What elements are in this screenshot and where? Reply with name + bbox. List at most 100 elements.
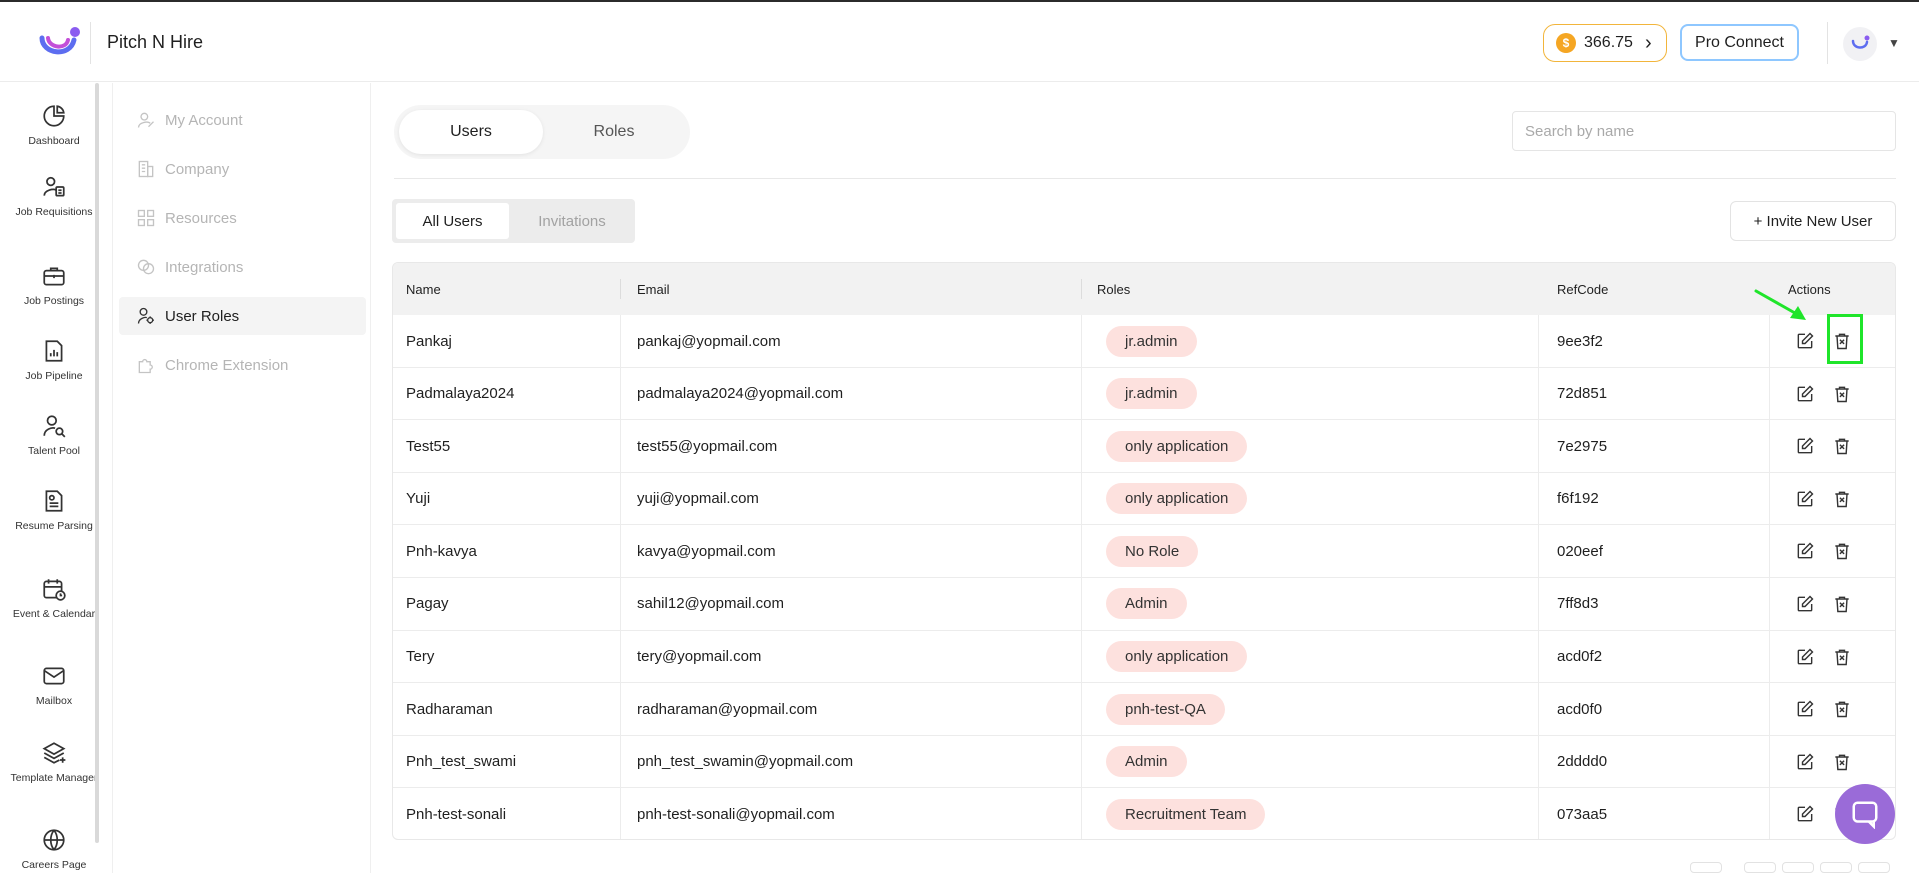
- edit-icon[interactable]: [1794, 698, 1816, 720]
- cell-delete: [1831, 683, 1853, 735]
- column-separator: [620, 367, 621, 420]
- edit-icon[interactable]: [1794, 646, 1816, 668]
- chat-bubble-icon: [1852, 801, 1878, 829]
- cell-name: Pnh-test-sonali: [406, 805, 507, 823]
- edit-icon[interactable]: [1794, 751, 1816, 773]
- top-header: Pitch N Hire $ 366.75 › Pro Connect ▼: [0, 2, 1919, 82]
- header-roles: Roles: [1097, 281, 1131, 297]
- nav-label: Event & Calendar: [12, 608, 96, 620]
- column-separator: [1538, 472, 1539, 525]
- delete-icon[interactable]: [1831, 488, 1853, 510]
- tab-invitations[interactable]: Invitations: [512, 203, 632, 239]
- cell-role: jr.admin: [1106, 368, 1197, 420]
- coin-balance-button[interactable]: $ 366.75 ›: [1543, 24, 1667, 62]
- cell-email: test55@yopmail.com: [637, 437, 778, 455]
- delete-icon[interactable]: [1831, 435, 1853, 457]
- nav-item-job-pipeline[interactable]: Job Pipeline: [8, 338, 100, 382]
- nav-scrollbar[interactable]: [95, 83, 99, 843]
- column-separator: [1538, 367, 1539, 420]
- edit-icon[interactable]: [1794, 435, 1816, 457]
- header-refcode: RefCode: [1557, 281, 1609, 297]
- edit-icon[interactable]: [1794, 330, 1816, 352]
- pagination-button[interactable]: [1744, 862, 1776, 873]
- cell-refcode: 7e2975: [1557, 437, 1608, 455]
- tab-all-users[interactable]: All Users: [396, 203, 509, 239]
- pitch-n-hire-logo-icon[interactable]: [36, 24, 82, 64]
- edit-icon[interactable]: [1794, 383, 1816, 405]
- cell-delete: [1831, 736, 1853, 788]
- table-row: Pankaj pankaj@yopmail.com jr.admin 9ee3f2: [393, 315, 1895, 368]
- subnav-item-my-account[interactable]: My Account: [119, 101, 366, 139]
- coin-balance: 366.75: [1584, 34, 1633, 51]
- subnav-item-resources[interactable]: Resources: [119, 199, 366, 237]
- cell-refcode: 020eef: [1557, 542, 1603, 560]
- subnav-item-integrations[interactable]: Integrations: [119, 248, 366, 286]
- delete-highlight-box: [1827, 314, 1863, 364]
- subnav-label: User Roles: [165, 307, 240, 325]
- nav-item-dashboard[interactable]: Dashboard: [8, 103, 100, 147]
- caret-down-icon[interactable]: ▼: [1888, 36, 1900, 50]
- pie-chart-icon: [43, 105, 65, 127]
- cell-delete: [1831, 420, 1853, 472]
- brand-name: Pitch N Hire: [107, 32, 204, 52]
- cell-delete: [1831, 578, 1853, 630]
- cell-refcode: 073aa5: [1557, 805, 1608, 823]
- building-icon: [138, 160, 154, 178]
- role-badge: Admin: [1106, 588, 1187, 620]
- nav-item-careers-page[interactable]: Careers Page: [8, 827, 100, 871]
- delete-icon[interactable]: [1831, 383, 1853, 405]
- briefcase-icon: [43, 267, 65, 286]
- pro-connect-button[interactable]: Pro Connect: [1680, 24, 1799, 61]
- delete-icon[interactable]: [1831, 593, 1853, 615]
- puzzle-icon: [138, 358, 153, 374]
- delete-icon[interactable]: [1831, 698, 1853, 720]
- nav-item-template-manager[interactable]: Template Manager: [8, 740, 100, 784]
- delete-icon[interactable]: [1831, 751, 1853, 773]
- nav-item-event-calendar[interactable]: Event & Calendar: [8, 576, 100, 620]
- column-separator: [620, 577, 621, 630]
- table-row: Yuji yuji@yopmail.com only application f6f1…: [393, 472, 1895, 526]
- nav-item-job-postings[interactable]: Job Postings: [8, 263, 100, 307]
- edit-icon[interactable]: [1794, 488, 1816, 510]
- role-badge: pnh-test-QA: [1106, 693, 1225, 725]
- table-row: Pagay sahil12@yopmail.com Admin 7ff8d3: [393, 577, 1895, 631]
- avatar[interactable]: [1843, 27, 1877, 61]
- edit-icon[interactable]: [1794, 540, 1816, 562]
- search-input[interactable]: [1512, 111, 1896, 151]
- subnav-label: Integrations: [165, 258, 244, 276]
- chat-widget-button[interactable]: [1835, 784, 1895, 844]
- pagination-button[interactable]: [1782, 862, 1814, 873]
- pagination-button[interactable]: [1858, 862, 1890, 873]
- edit-icon[interactable]: [1794, 803, 1816, 825]
- cell-refcode: 9ee3f2: [1557, 332, 1603, 350]
- cell-name: Pankaj: [406, 332, 452, 350]
- pagination-button[interactable]: [1690, 862, 1722, 873]
- header-name: Name: [406, 281, 441, 297]
- tab-roles[interactable]: Roles: [542, 110, 686, 154]
- pagination-button[interactable]: [1820, 862, 1852, 873]
- tab-users[interactable]: Users: [399, 110, 543, 154]
- invite-new-user-button[interactable]: + Invite New User: [1730, 201, 1896, 241]
- nav-item-mailbox[interactable]: Mailbox: [8, 663, 100, 707]
- header-email: Email: [637, 281, 670, 297]
- header-separator: [620, 279, 621, 299]
- nav-label: Careers Page: [21, 859, 87, 871]
- user-search-icon: [43, 415, 66, 438]
- cell-delete: [1831, 368, 1853, 420]
- subnav-item-chrome-extension[interactable]: Chrome Extension: [119, 346, 366, 384]
- mail-icon: [43, 667, 65, 685]
- delete-icon[interactable]: [1831, 540, 1853, 562]
- chart-document-icon: [45, 340, 63, 362]
- column-separator: [1769, 735, 1770, 788]
- edit-icon[interactable]: [1794, 593, 1816, 615]
- column-separator: [1538, 788, 1539, 839]
- link-icon: [137, 259, 155, 275]
- subnav-item-company[interactable]: Company: [119, 150, 366, 188]
- nav-label: Template Manager: [10, 772, 98, 784]
- nav-item-resume-parsing[interactable]: Resume Parsing: [8, 488, 100, 532]
- subnav-item-user-roles[interactable]: User Roles: [119, 297, 366, 335]
- cell-role: Admin: [1106, 578, 1187, 630]
- nav-item-job-requisitions[interactable]: Job Requisitions: [8, 174, 100, 218]
- nav-item-talent-pool[interactable]: Talent Pool: [8, 413, 100, 457]
- delete-icon[interactable]: [1831, 646, 1853, 668]
